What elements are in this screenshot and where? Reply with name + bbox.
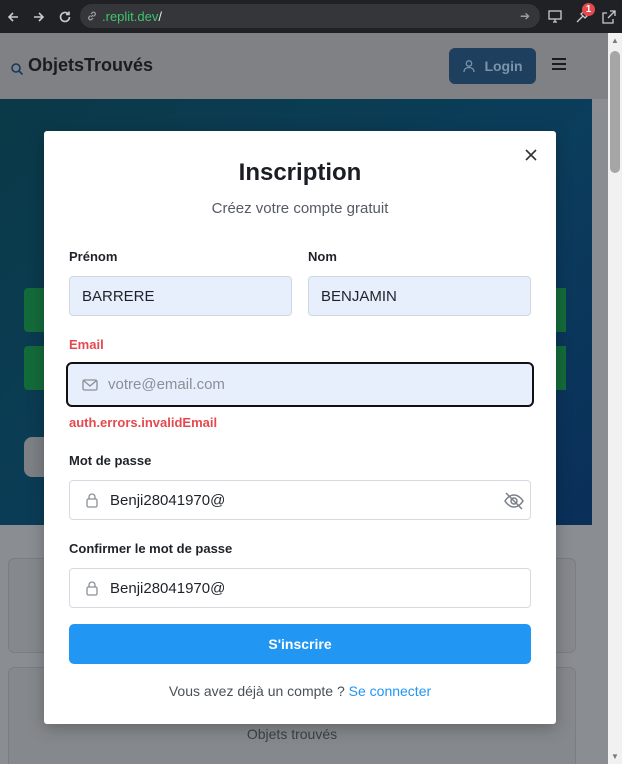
link-icon <box>88 11 96 21</box>
hero-button[interactable] <box>24 288 44 332</box>
confirm-password-label: Confirmer le mot de passe <box>69 541 233 556</box>
scroll-up-arrow-icon[interactable]: ▲ <box>611 36 619 45</box>
login-prompt: Vous avez déjà un compte ? Se connecter <box>44 683 556 699</box>
signup-modal: Inscription Créez votre compte gratuit P… <box>44 131 556 724</box>
confirm-password-value: Benji28041970@ <box>110 579 226 597</box>
url-path: / <box>158 8 162 24</box>
scroll-thumb[interactable] <box>610 51 620 173</box>
logo-text: ObjetsTrouvés <box>28 55 154 75</box>
site-logo[interactable]: ObjetsTrouvés <box>10 55 153 76</box>
login-prompt-text: Vous avez déjà un compte ? <box>168 683 345 699</box>
url-host: .replit.dev <box>102 8 159 24</box>
address-bar[interactable]: .replit.dev / ➔ <box>80 4 540 28</box>
login-label: Login <box>484 58 523 74</box>
page-scrollbar[interactable]: ▲ ▼ <box>608 33 622 764</box>
hero-button[interactable] <box>556 346 566 390</box>
login-link[interactable]: Se connecter <box>349 683 432 699</box>
lock-icon <box>84 492 100 508</box>
password-value: Benji28041970@ <box>110 491 226 509</box>
email-placeholder: votre@email.com <box>108 376 225 393</box>
first-name-value: BARRERE <box>82 287 155 305</box>
last-name-label: Nom <box>308 249 337 264</box>
eye-off-icon[interactable] <box>502 490 526 512</box>
search-icon <box>11 62 24 75</box>
lock-icon <box>84 580 100 596</box>
modal-subtitle: Créez votre compte gratuit <box>211 200 389 217</box>
email-input[interactable]: votre@email.com <box>66 362 534 407</box>
password-input[interactable]: Benji28041970@ <box>69 480 531 520</box>
forward-icon[interactable] <box>26 0 52 33</box>
open-external-icon[interactable] <box>595 0 622 33</box>
last-name-value: BENJAMIN <box>321 287 397 305</box>
hero-button[interactable] <box>556 288 566 332</box>
back-icon[interactable] <box>0 0 26 33</box>
feature-card-label: Objets trouvés <box>246 726 338 742</box>
reload-icon[interactable] <box>52 0 78 33</box>
hero-button[interactable] <box>24 346 44 390</box>
confirm-password-input[interactable]: Benji28041970@ <box>69 568 531 608</box>
site-header: ObjetsTrouvés Login <box>0 33 608 99</box>
hamburger-menu-icon[interactable] <box>552 58 566 73</box>
hero-search-bar[interactable] <box>24 437 44 477</box>
notification-badge: 1 <box>582 3 595 16</box>
user-icon <box>463 60 476 73</box>
scroll-down-arrow-icon[interactable]: ▼ <box>611 752 619 761</box>
modal-title: Inscription <box>238 159 362 186</box>
screen-cast-icon[interactable] <box>541 0 568 33</box>
first-name-label: Prénom <box>69 249 118 264</box>
go-arrow-icon[interactable]: ➔ <box>520 9 530 23</box>
first-name-input[interactable]: BARRERE <box>69 276 292 316</box>
email-error-message: auth.errors.invalidEmail <box>69 415 218 430</box>
login-button[interactable]: Login <box>449 48 536 84</box>
last-name-input[interactable]: BENJAMIN <box>308 276 531 316</box>
browser-toolbar: .replit.dev / ➔ 1 <box>0 0 622 33</box>
password-label: Mot de passe <box>69 453 152 468</box>
email-label: Email <box>69 337 104 352</box>
mail-icon <box>82 377 98 393</box>
signup-submit-button[interactable]: S'inscrire <box>69 624 531 664</box>
extension-tools-icon[interactable]: 1 <box>568 0 595 33</box>
